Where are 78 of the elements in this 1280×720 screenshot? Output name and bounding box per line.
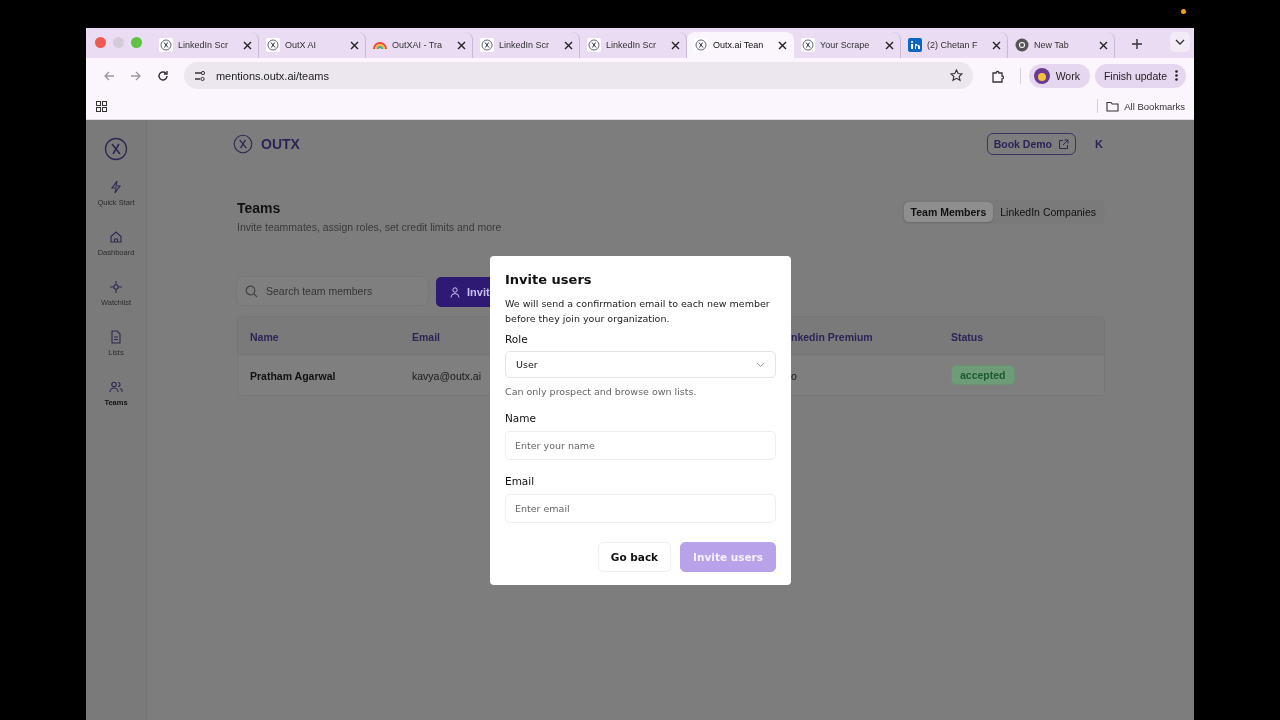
users-icon	[109, 380, 123, 394]
tab-title: New Tab	[1034, 40, 1070, 50]
table-cell: Pratham Agarwal	[250, 370, 336, 382]
close-window-icon[interactable]	[95, 37, 106, 48]
bookmark-star-icon[interactable]	[950, 69, 964, 82]
tab-title: (2) Chetan F	[927, 40, 979, 50]
close-tab-icon[interactable]	[885, 40, 894, 50]
brand-name: OUTX	[261, 136, 300, 152]
view-tab[interactable]: Team Members	[903, 202, 994, 222]
logo-icon	[159, 38, 173, 52]
user-icon	[450, 286, 460, 298]
lightning-icon	[109, 180, 123, 194]
chevron-down-icon	[756, 361, 765, 368]
recording-dot-icon	[1181, 9, 1186, 14]
finish-update-button[interactable]: Finish update	[1094, 63, 1186, 88]
tab-title: LinkedIn Scr	[606, 40, 658, 50]
field-label: Name	[505, 412, 537, 424]
tab-title: Your Scrape	[820, 40, 871, 50]
go-back-button[interactable]: Go back	[597, 542, 672, 572]
status-badge: accepted	[951, 365, 1015, 385]
tab-title: Outx.ai Tean	[713, 40, 765, 50]
column-header: Name	[250, 330, 279, 343]
table-cell: kavya@outx.ai	[412, 370, 482, 382]
tab-title: LinkedIn Scr	[178, 40, 230, 50]
linkedin-icon	[908, 38, 922, 52]
close-tab-icon[interactable]	[1099, 40, 1108, 50]
search-field[interactable]: Search team members	[266, 278, 420, 304]
role-hint: Can only prospect and browse own lists.	[505, 386, 698, 397]
external-link-icon	[1058, 138, 1069, 150]
page-title: Teams	[237, 200, 282, 216]
email-field[interactable]: Enter email	[505, 494, 776, 523]
folder-icon	[1106, 100, 1120, 112]
url-text: mentions.outx.ai/teams	[215, 69, 330, 82]
column-header: nkedin Premium	[791, 330, 873, 343]
tab-title: OutX AI	[285, 40, 318, 50]
dialog-description: We will send a confirmation email to each new member before they join your organization.	[505, 297, 771, 326]
field-label: Role	[505, 333, 529, 345]
logo-icon	[801, 38, 815, 52]
search-icon	[245, 284, 258, 298]
role-select[interactable]: User	[505, 351, 776, 378]
page-subtitle: Invite teammates, assign roles, set credit limits and more	[237, 221, 502, 233]
crosshair-icon	[109, 280, 123, 294]
close-tab-icon[interactable]	[243, 40, 252, 50]
tab-title: LinkedIn Scr	[499, 40, 551, 50]
view-tab[interactable]: LinkedIn Companies	[993, 202, 1103, 222]
new-tab-icon[interactable]	[1131, 38, 1143, 50]
chrome-icon	[1015, 38, 1029, 52]
site-settings-icon[interactable]	[193, 69, 206, 82]
tab-title: OutXAI - Tra	[392, 40, 443, 50]
dialog-title: Invite users	[505, 272, 593, 287]
column-header: Email	[412, 330, 440, 343]
more-icon	[1175, 70, 1178, 81]
close-tab-icon[interactable]	[350, 40, 359, 50]
close-tab-icon[interactable]	[992, 40, 1001, 50]
close-tab-icon[interactable]	[671, 40, 680, 50]
bookmarks-folder[interactable]: All Bookmarks	[1106, 100, 1185, 112]
column-header: Status	[951, 330, 984, 343]
invite-button[interactable]: Invit	[436, 277, 490, 307]
close-tab-icon[interactable]	[564, 40, 573, 50]
name-field[interactable]: Enter your name	[505, 431, 776, 460]
apps-grid-icon[interactable]	[96, 100, 107, 112]
home-icon	[109, 230, 123, 244]
logo-icon	[694, 38, 708, 52]
close-tab-icon[interactable]	[457, 40, 466, 50]
avatar-icon	[1033, 67, 1050, 84]
tab-search-icon[interactable]	[1170, 32, 1190, 52]
document-icon	[109, 330, 123, 344]
logo-icon	[480, 38, 494, 52]
address-bar[interactable]: mentions.outx.ai/teams	[183, 62, 974, 89]
logo-icon[interactable]	[233, 134, 253, 154]
logo-icon	[266, 38, 280, 52]
logo-icon	[587, 38, 601, 52]
profile-button[interactable]: Work	[1028, 63, 1090, 88]
field-label: Email	[505, 475, 536, 487]
logo-icon[interactable]	[104, 137, 128, 161]
table-cell: o	[791, 370, 797, 382]
browser-tab[interactable]: Outx.ai Tean	[687, 32, 794, 58]
close-tab-icon[interactable]	[778, 40, 787, 50]
